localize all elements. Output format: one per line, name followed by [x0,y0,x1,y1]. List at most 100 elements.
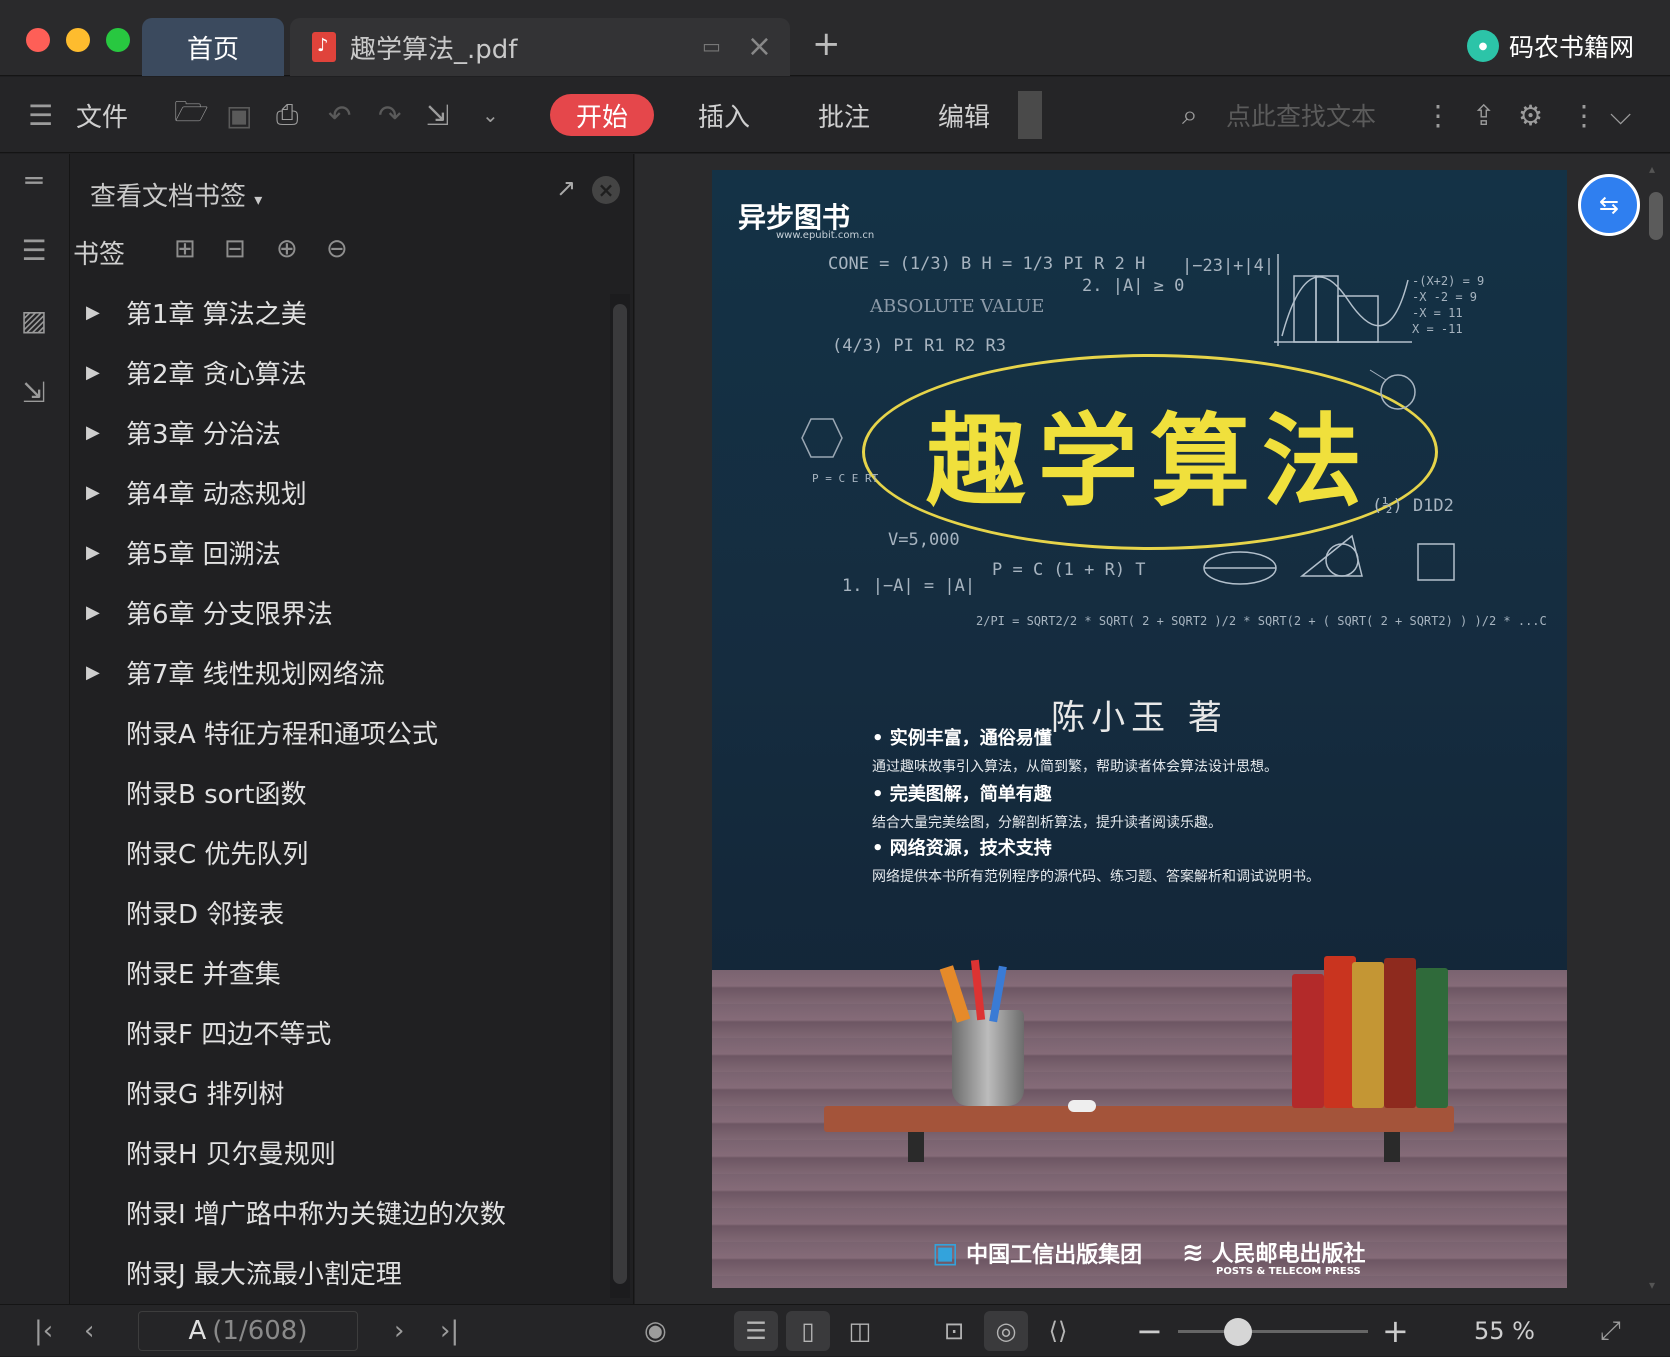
tab-document[interactable]: 趣学算法_.pdf ▭ × [290,18,790,76]
tab-start[interactable]: 开始 [550,94,654,136]
gear-icon[interactable]: ⚙ [1518,77,1543,153]
add-bookmark-icon[interactable]: ⊕ [276,234,298,264]
expand-arrow-icon[interactable]: ▶ [86,362,116,383]
tab-edit[interactable]: 编辑 [938,77,990,153]
panel-title[interactable]: 查看文档书签 ▾ [90,176,262,213]
page-number-field[interactable]: A (1/608) [138,1311,358,1351]
tab-home[interactable]: 首页 [142,18,284,76]
app-window: 首页 趣学算法_.pdf ▭ × + ● 码农书籍网 ☰ 文件 🗁 ▣ ⎙ ↶ … [0,0,1670,1356]
rail-collapse-icon[interactable]: ═ [18,164,50,197]
bookmark-item[interactable]: 附录J 最大流最小割定理 [86,1242,596,1302]
bookmark-item[interactable]: 附录C 优先队列 [86,822,596,882]
bookmark-item[interactable]: 附录A 特征方程和通项公式 [86,702,596,762]
search-icon[interactable]: ⌕ [1182,77,1198,153]
expand-all-icon[interactable]: ⊞ [174,234,196,264]
fullscreen-icon[interactable]: ⤢ [1600,1305,1621,1357]
two-page-icon[interactable]: ◫ [838,1311,882,1351]
feature-item: • 网络资源，技术支持 网络提供本书所有范例程序的源代码、练习题、答案解析和调试说… [872,834,1320,886]
collapse-chevron-icon[interactable]: ⌵ [1610,77,1631,153]
pdf-page-cover[interactable]: 异步图书 www.epubit.com.cn CONE = (1/3) B H … [712,170,1567,1288]
zoom-slider[interactable] [1178,1330,1368,1333]
actual-size-icon[interactable]: ⊡ [932,1311,976,1351]
more-options-icon[interactable]: ⋮ [1570,77,1598,153]
bookmark-item[interactable]: ▶ 第4章 动态规划 [86,462,596,522]
bookmark-item[interactable]: ▶ 第5章 回溯法 [86,522,596,582]
window-close-button[interactable] [26,28,50,52]
first-page-icon[interactable]: |‹ [34,1305,53,1357]
scroll-down-icon[interactable]: ▾ [1649,1278,1655,1292]
publisher-url: www.epubit.com.cn [776,230,875,241]
bookmark-list-icon[interactable]: ☰ [18,234,50,267]
expand-arrow-icon[interactable]: ▶ [86,542,116,563]
tab-insert[interactable]: 插入 [698,77,750,153]
thumbnail-icon[interactable]: ▨ [18,304,50,337]
bookmark-item[interactable]: 附录H 贝尔曼规则 [86,1122,596,1182]
document-scroll-thumb[interactable] [1649,192,1663,240]
window-maximize-button[interactable] [106,28,130,52]
export-panel-icon[interactable]: ⇲ [18,376,50,409]
panel-scrollbar[interactable] [610,294,630,1298]
search-input[interactable]: 点此查找文本 [1226,77,1376,153]
single-page-icon[interactable]: ▯ [786,1311,830,1351]
redo-icon[interactable]: ↷ [378,77,401,153]
undo-icon[interactable]: ↶ [328,77,351,153]
hamburger-menu-icon[interactable]: ☰ [28,77,53,153]
expand-arrow-icon[interactable]: ▶ [86,662,116,683]
document-scrollbar[interactable]: ▴ ▾ [1649,162,1663,1292]
tab-close-icon[interactable]: × [747,29,772,64]
next-page-icon[interactable]: › [394,1305,404,1357]
bookmark-item[interactable]: ▶ 第6章 分支限界法 [86,582,596,642]
formula-half-d: (½) D1D2 [1372,496,1454,516]
zoom-level[interactable]: 55 % [1474,1305,1535,1357]
formula-neg-abs: 1. |−A| = |A| [842,576,976,596]
zoom-out-icon[interactable]: − [1136,1305,1163,1357]
chevron-down-icon[interactable]: ⌄ [482,77,499,153]
new-tab-button[interactable]: + [812,24,841,64]
bookmark-item[interactable]: ▶ 第3章 分治法 [86,402,596,462]
bookmark-item[interactable]: 附录B sort函数 [86,762,596,822]
eye-protection-icon[interactable]: ◉ [644,1305,667,1357]
export-icon[interactable]: ⇲ [426,77,449,153]
scroll-up-icon[interactable]: ▴ [1649,162,1655,176]
status-bar: |‹ ‹ A (1/608) › ›| ◉ ☰ ▯ ◫ ⊡ ◎ ⟨⟩ − + 5… [0,1304,1670,1356]
continuous-view-icon[interactable]: ☰ [734,1311,778,1351]
hexagon-icon [801,418,843,458]
collapse-all-icon[interactable]: ⊟ [224,234,246,264]
fit-width-icon[interactable]: ⟨⟩ [1036,1311,1080,1351]
open-folder-icon[interactable]: 🗁 [174,77,209,153]
remove-bookmark-icon[interactable]: ⊖ [326,234,348,264]
more-vertical-icon[interactable]: ⋮ [1424,77,1452,153]
menu-file[interactable]: 文件 [76,77,128,153]
brand-logo-icon: ● [1466,30,1499,62]
panel-scroll-thumb[interactable] [613,304,627,1284]
monitor-icon[interactable]: ▭ [702,34,726,58]
bookmark-label: 第2章 贪心算法 [126,359,307,390]
zoom-slider-knob[interactable] [1224,1318,1252,1346]
expand-arrow-icon[interactable]: ▶ [86,422,116,443]
bookmark-item[interactable]: 附录D 邻接表 [86,882,596,942]
save-icon[interactable]: ▣ [226,77,252,153]
convert-document-button[interactable]: ⇆ [1578,174,1640,236]
tab-annotate[interactable]: 批注 [818,77,870,153]
bookmark-item[interactable]: ▶ 第1章 算法之美 [86,282,596,342]
expand-arrow-icon[interactable]: ▶ [86,602,116,623]
bookmark-item[interactable]: 附录I 增广路中称为关键边的次数 [86,1182,596,1242]
bookmark-item[interactable]: ▶ 第2章 贪心算法 [86,342,596,402]
expand-arrow-icon[interactable]: ▶ [86,302,116,323]
feature-description: 网络提供本书所有范例程序的源代码、练习题、答案解析和调试说明书。 [872,869,1320,885]
panel-close-button[interactable]: × [592,176,620,204]
bookmark-item[interactable]: 附录E 并查集 [86,942,596,1002]
expand-arrow-icon[interactable]: ▶ [86,482,116,503]
prev-page-icon[interactable]: ‹ [84,1305,94,1357]
fit-page-icon[interactable]: ◎ [984,1311,1028,1351]
bookmark-item[interactable]: 附录F 四边不等式 [86,1002,596,1062]
share-icon[interactable]: ⇪ [1472,77,1495,153]
bookmark-item[interactable]: 附录G 排列树 [86,1062,596,1122]
print-icon[interactable]: ⎙ [276,77,298,153]
zoom-in-icon[interactable]: + [1382,1305,1409,1357]
formula-cone: CONE = (1/3) B H = 1/3 PI R 2 H [828,254,1146,274]
popout-icon[interactable]: ↗ [556,174,576,202]
window-minimize-button[interactable] [66,28,90,52]
last-page-icon[interactable]: ›| [440,1305,459,1357]
bookmark-item[interactable]: ▶ 第7章 线性规划网络流 [86,642,596,702]
